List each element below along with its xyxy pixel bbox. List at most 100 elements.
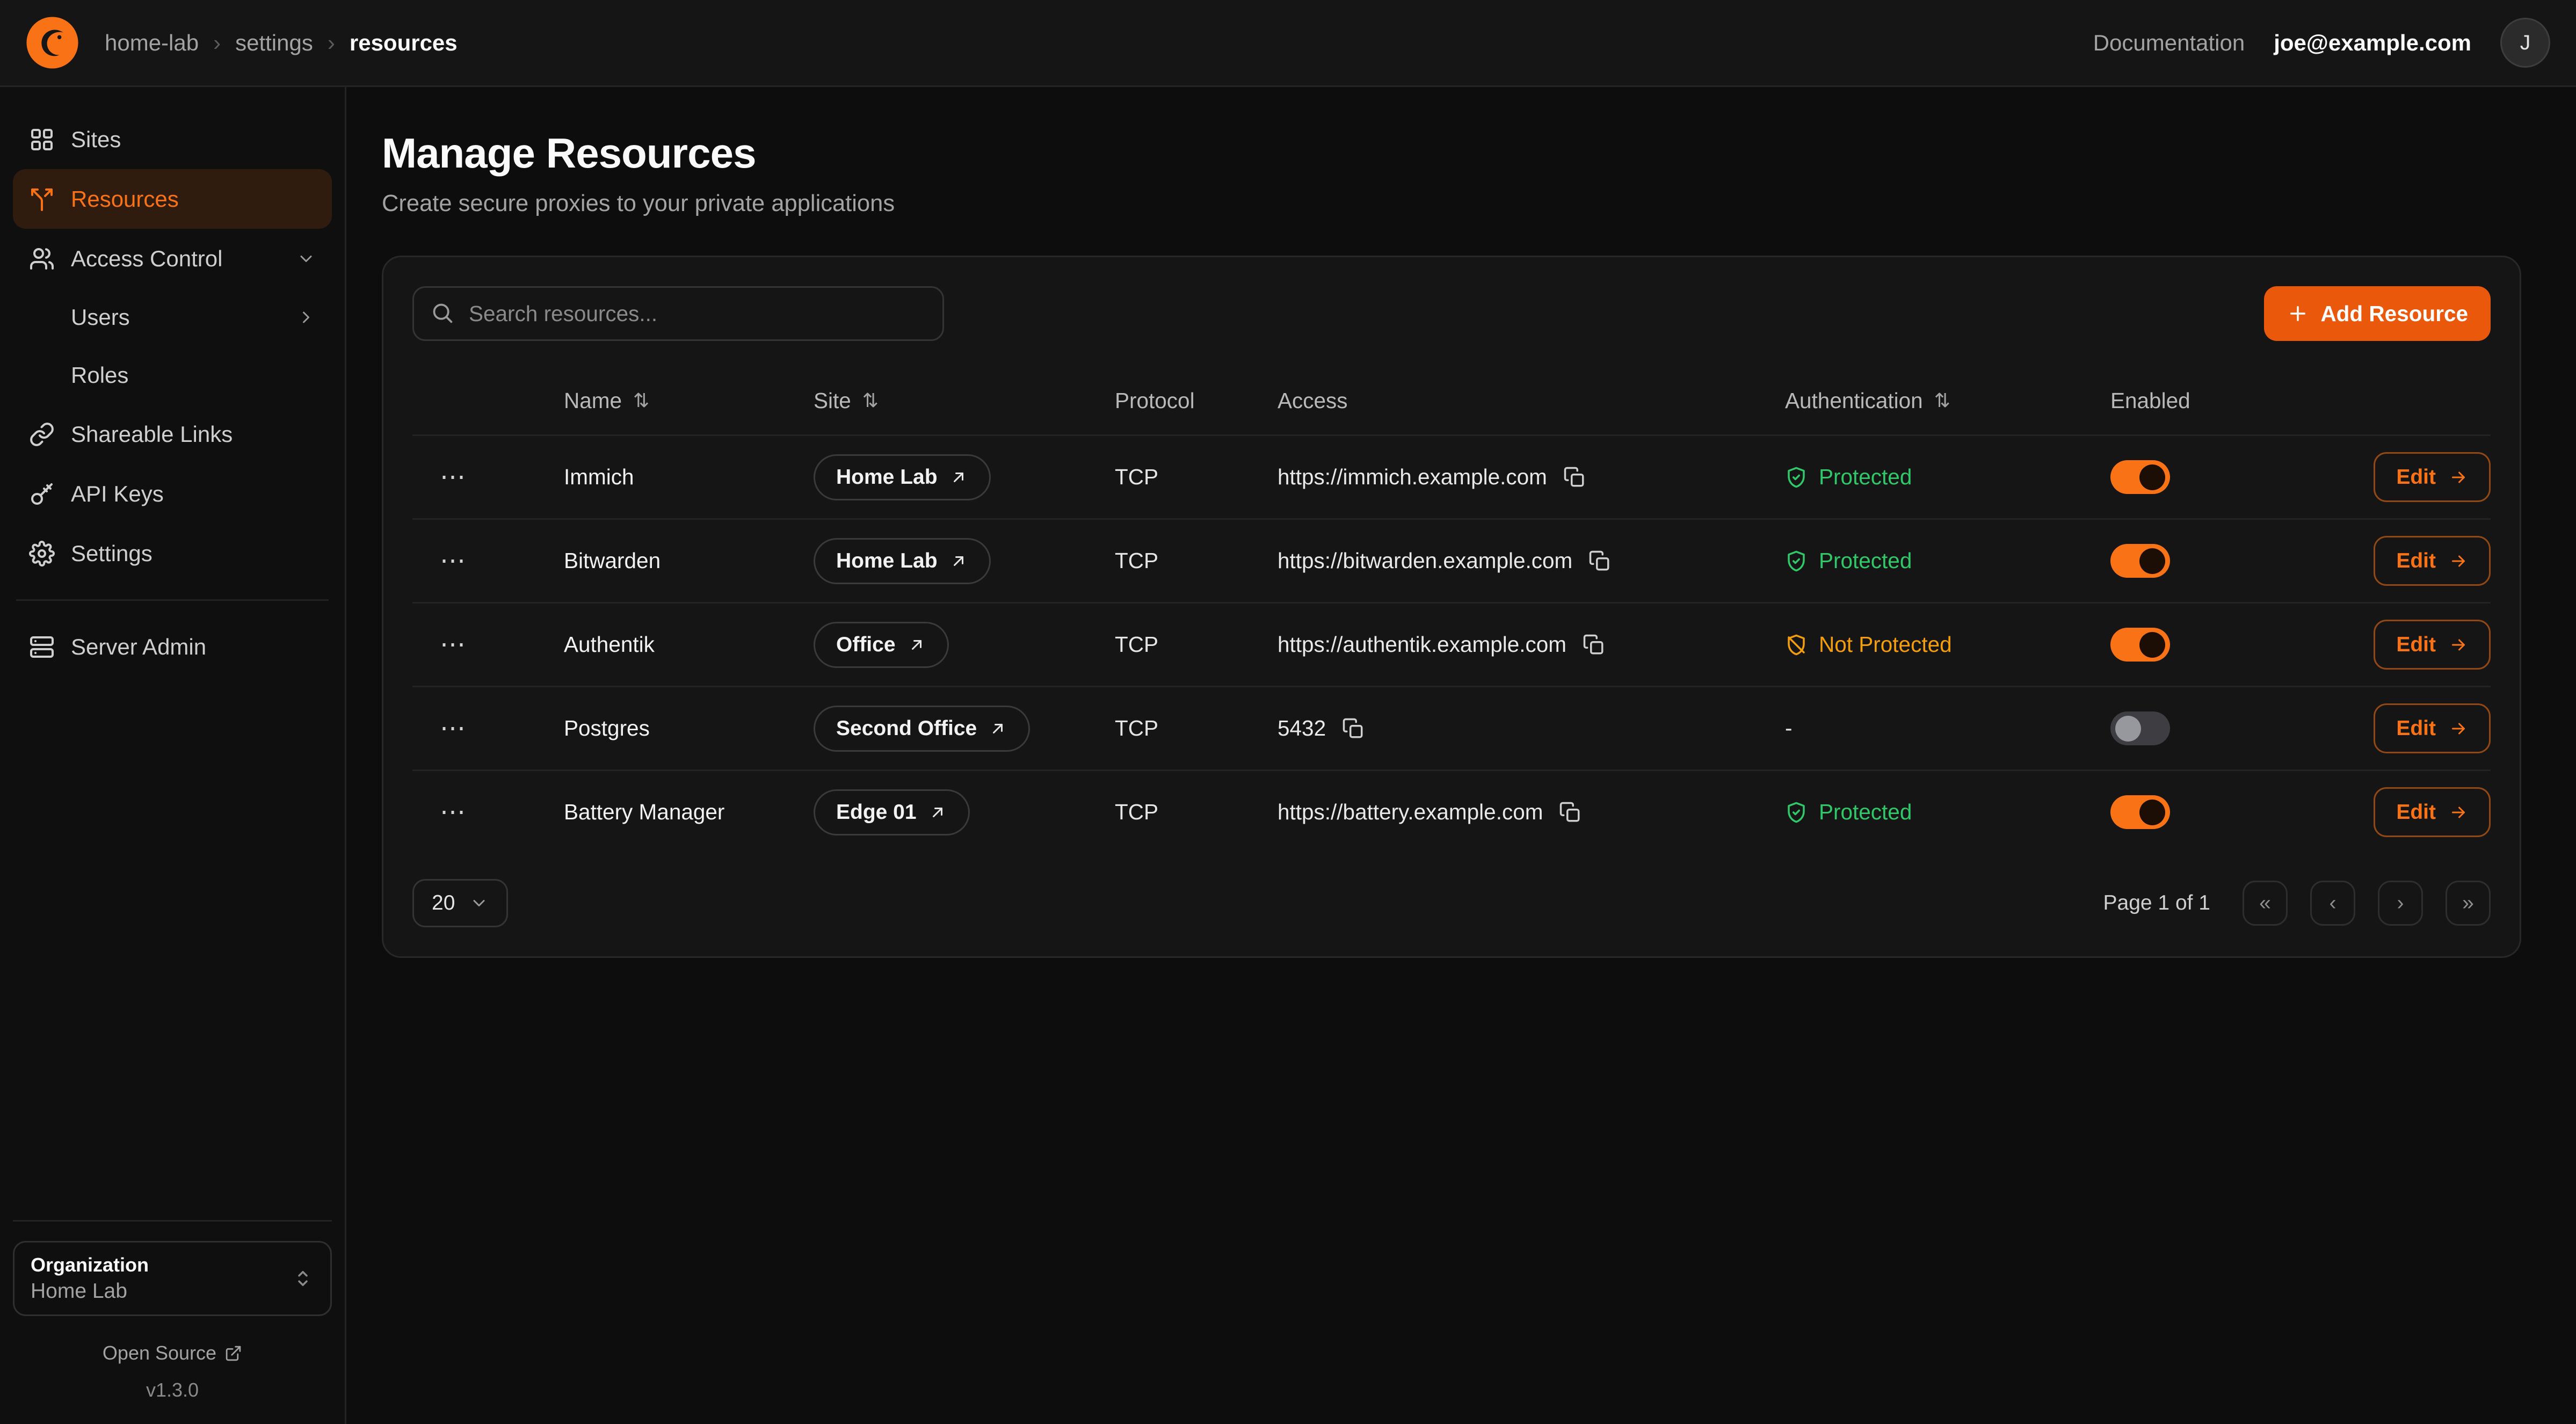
- protocol: TCP: [1115, 548, 1278, 573]
- resource-name: Authentik: [564, 632, 814, 657]
- open-source-link[interactable]: Open Source: [13, 1342, 332, 1364]
- row-actions-button[interactable]: ⋯: [433, 796, 474, 829]
- sidebar-item-access-control[interactable]: Access Control: [13, 229, 332, 288]
- enabled-toggle[interactable]: [2110, 544, 2170, 578]
- header-site[interactable]: Site ⇅: [814, 388, 1115, 413]
- site-link-button[interactable]: Home Lab: [814, 454, 991, 500]
- edit-label: Edit: [2396, 633, 2436, 657]
- page-size-select[interactable]: 20: [412, 879, 508, 927]
- auth-label: Protected: [1819, 548, 1912, 573]
- header-name[interactable]: Name ⇅: [564, 388, 814, 413]
- row-actions-button[interactable]: ⋯: [433, 461, 474, 493]
- enabled-toggle[interactable]: [2110, 795, 2170, 829]
- breadcrumb-item-settings[interactable]: settings: [235, 30, 313, 56]
- server-icon: [29, 634, 55, 660]
- organization-label: Organization: [31, 1254, 149, 1276]
- user-email[interactable]: joe@example.com: [2274, 30, 2471, 56]
- sidebar-item-shareable-links[interactable]: Shareable Links: [13, 404, 332, 464]
- copy-button[interactable]: [1583, 634, 1605, 656]
- auth-label: Not Protected: [1819, 632, 1952, 657]
- edit-label: Edit: [2396, 717, 2436, 740]
- breadcrumb-separator: ›: [328, 30, 335, 56]
- edit-button[interactable]: Edit: [2374, 787, 2491, 837]
- pagination: Page 1 of 1 « ‹ › »: [2103, 881, 2491, 926]
- edit-button[interactable]: Edit: [2374, 452, 2491, 502]
- topbar-right: Documentation joe@example.com J: [2093, 18, 2550, 68]
- documentation-link[interactable]: Documentation: [2093, 30, 2245, 56]
- card-footer: 20 Page 1 of 1 « ‹ › »: [412, 879, 2491, 927]
- edit-button[interactable]: Edit: [2374, 620, 2491, 670]
- resources-card: Add Resource Name ⇅ Site ⇅ Protocol: [382, 256, 2521, 958]
- sites-grid-icon: [29, 127, 55, 152]
- app-logo-icon[interactable]: [26, 16, 79, 69]
- last-page-button[interactable]: »: [2446, 881, 2491, 926]
- chevron-down-icon: [296, 249, 316, 268]
- sidebar-item-roles[interactable]: Roles: [13, 346, 332, 404]
- organization-selector[interactable]: Organization Home Lab: [13, 1241, 332, 1316]
- copy-button[interactable]: [1563, 466, 1586, 489]
- next-page-button[interactable]: ›: [2378, 881, 2423, 926]
- header-label: Name: [564, 388, 622, 413]
- sidebar-item-label: Access Control: [71, 246, 222, 272]
- table-row: ⋯ Bitwarden Home Lab TCP https://bitward…: [412, 518, 2491, 602]
- breadcrumb-separator: ›: [213, 30, 221, 56]
- arrow-up-right-icon: [949, 551, 968, 571]
- enabled-toggle[interactable]: [2110, 711, 2170, 745]
- breadcrumb-item-home-lab[interactable]: home-lab: [105, 30, 199, 56]
- edit-button[interactable]: Edit: [2374, 703, 2491, 753]
- enabled-toggle[interactable]: [2110, 460, 2170, 494]
- sidebar-bottom: Organization Home Lab Open Source v1.3.0: [13, 1220, 332, 1401]
- auth-status: Protected: [1785, 548, 2110, 573]
- enabled-toggle[interactable]: [2110, 628, 2170, 662]
- key-icon: [29, 481, 55, 507]
- sidebar-item-resources[interactable]: Resources: [13, 169, 332, 229]
- access-url: https://authentik.example.com: [1278, 632, 1566, 657]
- site-link-button[interactable]: Home Lab: [814, 538, 991, 584]
- plus-icon: [2287, 302, 2309, 325]
- arrow-right-icon: [2449, 551, 2468, 571]
- shield-check-icon: [1785, 550, 1808, 572]
- edit-button[interactable]: Edit: [2374, 536, 2491, 586]
- sidebar-item-settings[interactable]: Settings: [13, 524, 332, 583]
- arrow-up-right-icon: [907, 635, 926, 655]
- resources-split-icon: [29, 186, 55, 212]
- header-label: Protocol: [1115, 388, 1195, 413]
- sidebar-item-users[interactable]: Users: [13, 288, 332, 346]
- auth-label: -: [1785, 716, 1793, 741]
- site-link-button[interactable]: Office: [814, 622, 949, 668]
- sidebar-item-label: Roles: [71, 362, 128, 388]
- site-name: Second Office: [836, 717, 977, 740]
- arrow-right-icon: [2449, 635, 2468, 655]
- copy-button[interactable]: [1559, 801, 1581, 824]
- site-link-button[interactable]: Second Office: [814, 706, 1030, 752]
- row-actions-button[interactable]: ⋯: [433, 629, 474, 661]
- sidebar-item-server-admin[interactable]: Server Admin: [13, 617, 332, 677]
- sidebar-item-label: Shareable Links: [71, 422, 233, 447]
- sidebar-item-label: Settings: [71, 541, 153, 566]
- header-enabled: Enabled: [2110, 388, 2336, 413]
- sort-icon: ⇅: [862, 389, 879, 412]
- sidebar-item-sites[interactable]: Sites: [13, 110, 332, 169]
- table-row: ⋯ Authentik Office TCP https://authentik…: [412, 602, 2491, 686]
- page-info: Page 1 of 1: [2103, 891, 2211, 915]
- copy-button[interactable]: [1588, 550, 1611, 572]
- page-size-value: 20: [432, 891, 455, 915]
- copy-button[interactable]: [1342, 717, 1365, 740]
- site-link-button[interactable]: Edge 01: [814, 789, 970, 835]
- table-header-row: Name ⇅ Site ⇅ Protocol Access Authentica: [412, 367, 2491, 434]
- toggle-knob: [2139, 800, 2165, 825]
- link-icon: [29, 422, 55, 447]
- sidebar-item-api-keys[interactable]: API Keys: [13, 464, 332, 524]
- row-actions-button[interactable]: ⋯: [433, 713, 474, 745]
- search-input[interactable]: [412, 286, 944, 341]
- first-page-button[interactable]: «: [2243, 881, 2288, 926]
- add-resource-button[interactable]: Add Resource: [2264, 286, 2491, 341]
- row-actions-button[interactable]: ⋯: [433, 545, 474, 577]
- previous-page-button[interactable]: ‹: [2310, 881, 2355, 926]
- auth-label: Protected: [1819, 464, 1912, 490]
- header-authentication[interactable]: Authentication ⇅: [1785, 388, 2110, 413]
- external-link-icon: [224, 1345, 242, 1362]
- protocol: TCP: [1115, 716, 1278, 741]
- avatar[interactable]: J: [2500, 18, 2550, 68]
- site-name: Home Lab: [836, 466, 938, 489]
